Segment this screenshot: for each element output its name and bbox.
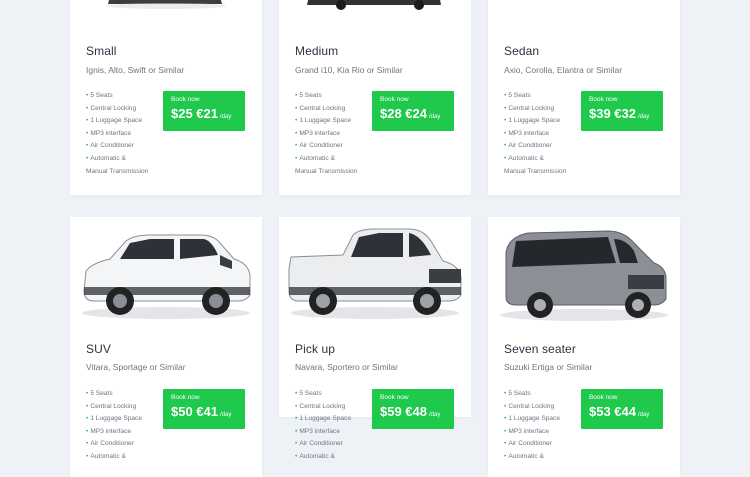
feature-list: 5 Seats Central Locking 1 Luggage Space …: [504, 90, 566, 178]
feature-item: 5 Seats: [86, 388, 142, 401]
feature-item: 1 Luggage Space: [295, 115, 357, 128]
feature-item: MP3 interface: [295, 128, 357, 141]
book-now-button-medium[interactable]: Book now $28 €24/day: [372, 91, 454, 131]
car-category-title: Medium: [295, 44, 339, 58]
feature-item: Central Locking: [86, 103, 148, 116]
book-now-label: Book now: [380, 96, 409, 103]
price-text: $59 €48/day: [380, 404, 441, 419]
feature-item: 1 Luggage Space: [86, 413, 142, 426]
feature-item: Central Locking: [86, 401, 142, 414]
car-models: Vitara, Sportage or Similar: [86, 362, 186, 372]
car-image-sedan: [488, 0, 680, 12]
feature-item-continued: Manual Transmission: [86, 167, 149, 175]
per-day-label: /day: [220, 412, 232, 418]
book-now-label: Book now: [171, 96, 200, 103]
car-card-small: Small Ignis, Alto, Swift or Similar 5 Se…: [70, 0, 262, 195]
car-models: Grand i10, Kia Rio or Similar: [295, 65, 403, 75]
feature-item: MP3 interface: [86, 426, 142, 439]
book-now-label: Book now: [589, 394, 618, 401]
feature-item: 5 Seats: [295, 90, 357, 103]
feature-item: 1 Luggage Space: [504, 115, 566, 128]
feature-item: MP3 interface: [504, 426, 560, 439]
price-text: $39 €32/day: [589, 106, 650, 121]
feature-item: MP3 interface: [295, 426, 351, 439]
price-text: $50 €41/day: [171, 404, 232, 419]
feature-item: Air Conditioner: [295, 438, 351, 451]
car-models: Navara, Sportero or Similar: [295, 362, 398, 372]
car-category-title: SUV: [86, 342, 111, 356]
car-models: Suzuki Ertiga or Similar: [504, 362, 593, 372]
feature-item: 1 Luggage Space: [295, 413, 351, 426]
car-image-suv: [82, 234, 251, 319]
feature-item: Automatic &: [504, 153, 566, 166]
feature-item: 1 Luggage Space: [86, 115, 148, 128]
feature-item: Central Locking: [504, 103, 566, 116]
feature-item: 5 Seats: [504, 90, 566, 103]
car-card-seven-seater: Seven seater Suzuki Ertiga or Similar 5 …: [488, 217, 680, 477]
feature-item: Central Locking: [504, 401, 560, 414]
feature-item: Automatic &: [86, 451, 142, 464]
car-category-title: Pick up: [295, 342, 336, 356]
feature-list: 5 Seats Central Locking 1 Luggage Space …: [504, 388, 560, 464]
car-card-suv: SUV Vitara, Sportage or Similar 5 Seats …: [70, 217, 262, 477]
book-now-button-pickup[interactable]: Book now $59 €48/day: [372, 389, 454, 429]
price-text: $25 €21/day: [171, 106, 232, 121]
feature-item: Air Conditioner: [504, 438, 560, 451]
feature-item: Automatic &: [295, 153, 357, 166]
feature-list: 5 Seats Central Locking 1 Luggage Space …: [86, 90, 148, 178]
book-now-label: Book now: [380, 394, 409, 401]
feature-item: Air Conditioner: [504, 140, 566, 153]
feature-item: Central Locking: [295, 401, 351, 414]
per-day-label: /day: [638, 114, 650, 120]
car-models: Ignis, Alto, Swift or Similar: [86, 65, 185, 75]
book-now-label: Book now: [589, 96, 618, 103]
car-image-seven-seater: [500, 230, 668, 321]
book-now-button-small[interactable]: Book now $25 €21/day: [163, 91, 245, 131]
feature-item: 5 Seats: [86, 90, 148, 103]
car-models: Axio, Corolla, Elantra or Similar: [504, 65, 623, 75]
feature-item: MP3 interface: [504, 128, 566, 141]
feature-item-continued: Manual Transmission: [504, 167, 567, 175]
feature-item: Air Conditioner: [295, 140, 357, 153]
car-image-small: [106, 0, 226, 9]
feature-item-continued: Manual Transmission: [295, 167, 358, 175]
feature-item: Automatic &: [295, 451, 351, 464]
feature-list: 5 Seats Central Locking 1 Luggage Space …: [295, 90, 357, 178]
car-card-pickup: Pick up Navara, Sportero or Similar 5 Se…: [279, 217, 471, 460]
feature-list: 5 Seats Central Locking 1 Luggage Space …: [86, 388, 142, 464]
per-day-label: /day: [429, 114, 441, 120]
price-text: $28 €24/day: [380, 106, 441, 121]
book-now-button-sedan[interactable]: Book now $39 €32/day: [581, 91, 663, 131]
per-day-label: /day: [220, 114, 232, 120]
car-image-medium: [307, 0, 441, 10]
car-category-title: Seven seater: [504, 342, 576, 356]
feature-item: MP3 interface: [86, 128, 148, 141]
feature-item: 1 Luggage Space: [504, 413, 560, 426]
price-text: $53 €44/day: [589, 404, 650, 419]
car-image-pickup: [288, 228, 462, 319]
per-day-label: /day: [638, 412, 650, 418]
feature-item: Air Conditioner: [86, 438, 142, 451]
car-card-sedan: Sedan Axio, Corolla, Elantra or Similar …: [488, 0, 680, 195]
feature-item: Automatic &: [86, 153, 148, 166]
book-now-label: Book now: [171, 394, 200, 401]
per-day-label: /day: [429, 412, 441, 418]
car-card-medium: Medium Grand i10, Kia Rio or Similar 5 S…: [279, 0, 471, 195]
book-now-button-suv[interactable]: Book now $50 €41/day: [163, 389, 245, 429]
feature-item: 5 Seats: [295, 388, 351, 401]
feature-item: Air Conditioner: [86, 140, 148, 153]
feature-item: 5 Seats: [504, 388, 560, 401]
feature-item: Automatic &: [504, 451, 560, 464]
feature-item: Central Locking: [295, 103, 357, 116]
car-category-title: Sedan: [504, 44, 540, 58]
feature-list: 5 Seats Central Locking 1 Luggage Space …: [295, 388, 351, 464]
book-now-button-seven-seater[interactable]: Book now $53 €44/day: [581, 389, 663, 429]
car-category-title: Small: [86, 44, 117, 58]
